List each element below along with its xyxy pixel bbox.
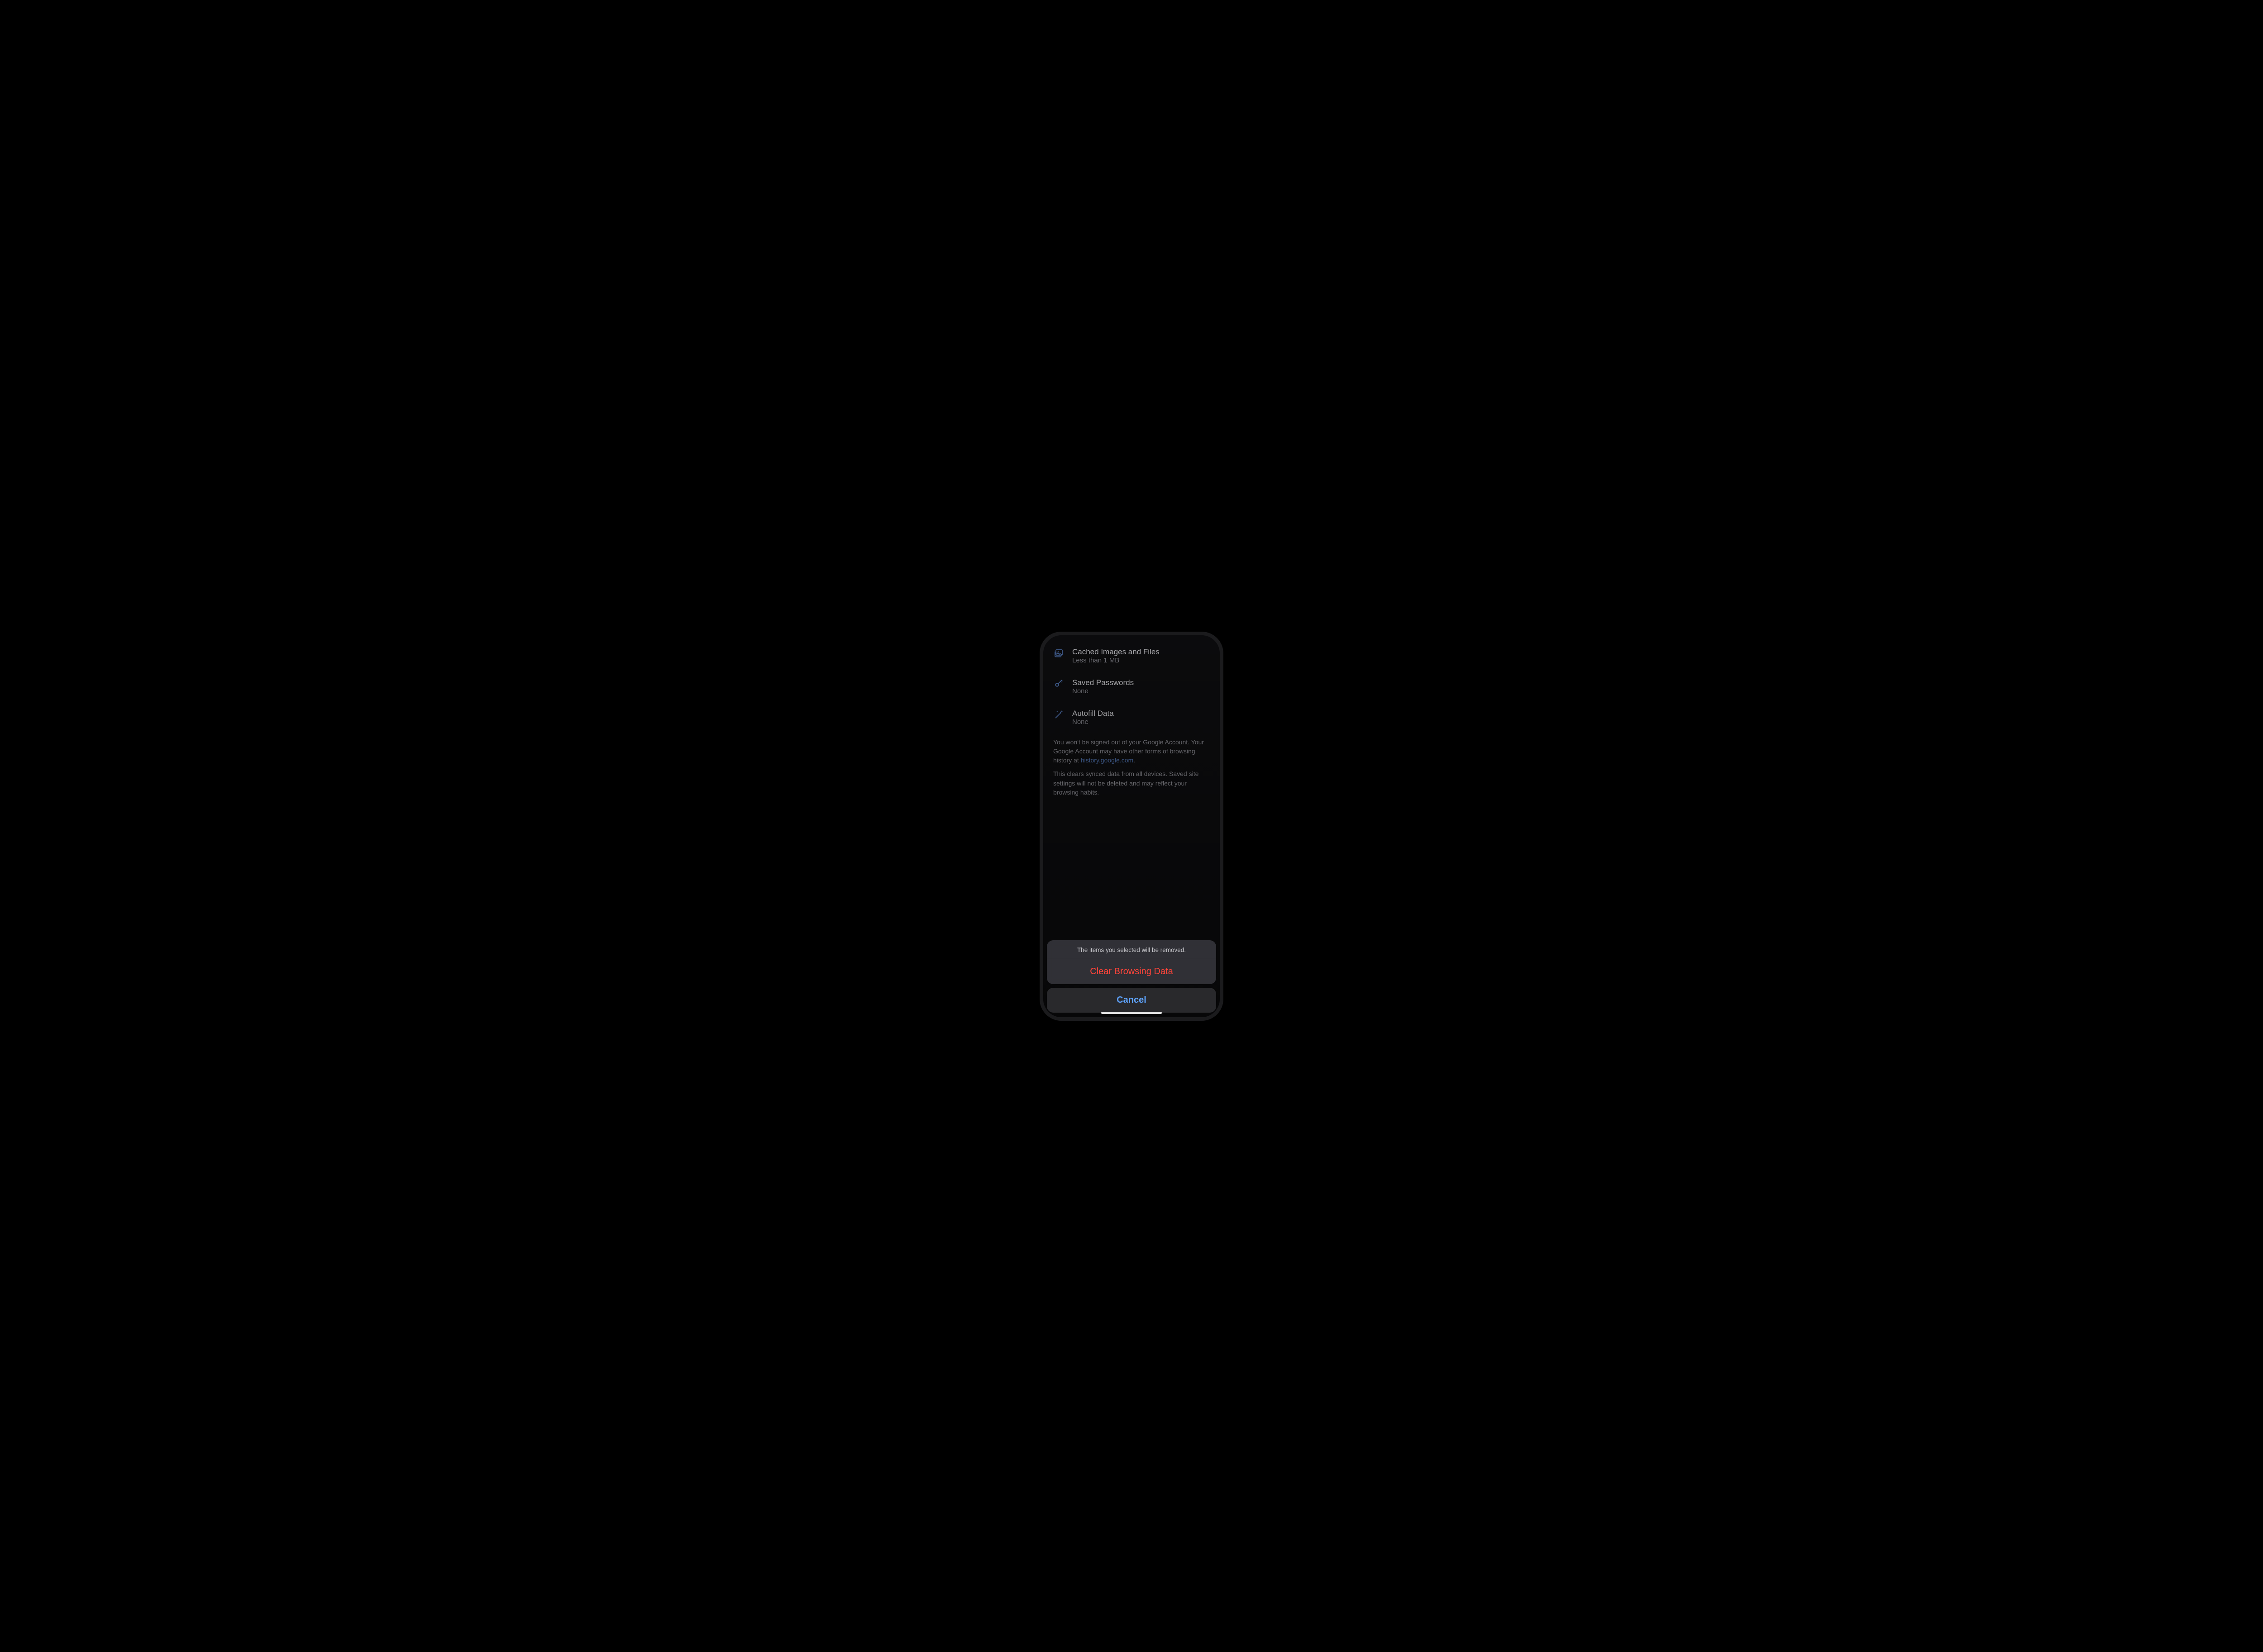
action-sheet: The items you selected will be removed. … (1043, 635, 1220, 1017)
action-sheet-message: The items you selected will be removed. (1047, 940, 1216, 959)
cancel-button[interactable]: Cancel (1047, 988, 1216, 1013)
home-indicator[interactable] (1101, 1012, 1162, 1014)
clear-browsing-data-button[interactable]: Clear Browsing Data (1047, 959, 1216, 984)
action-sheet-cancel-group: Cancel (1047, 988, 1216, 1013)
phone-screen: Cached Images and Files Less than 1 MB S… (1043, 635, 1220, 1017)
action-sheet-group: The items you selected will be removed. … (1047, 940, 1216, 984)
